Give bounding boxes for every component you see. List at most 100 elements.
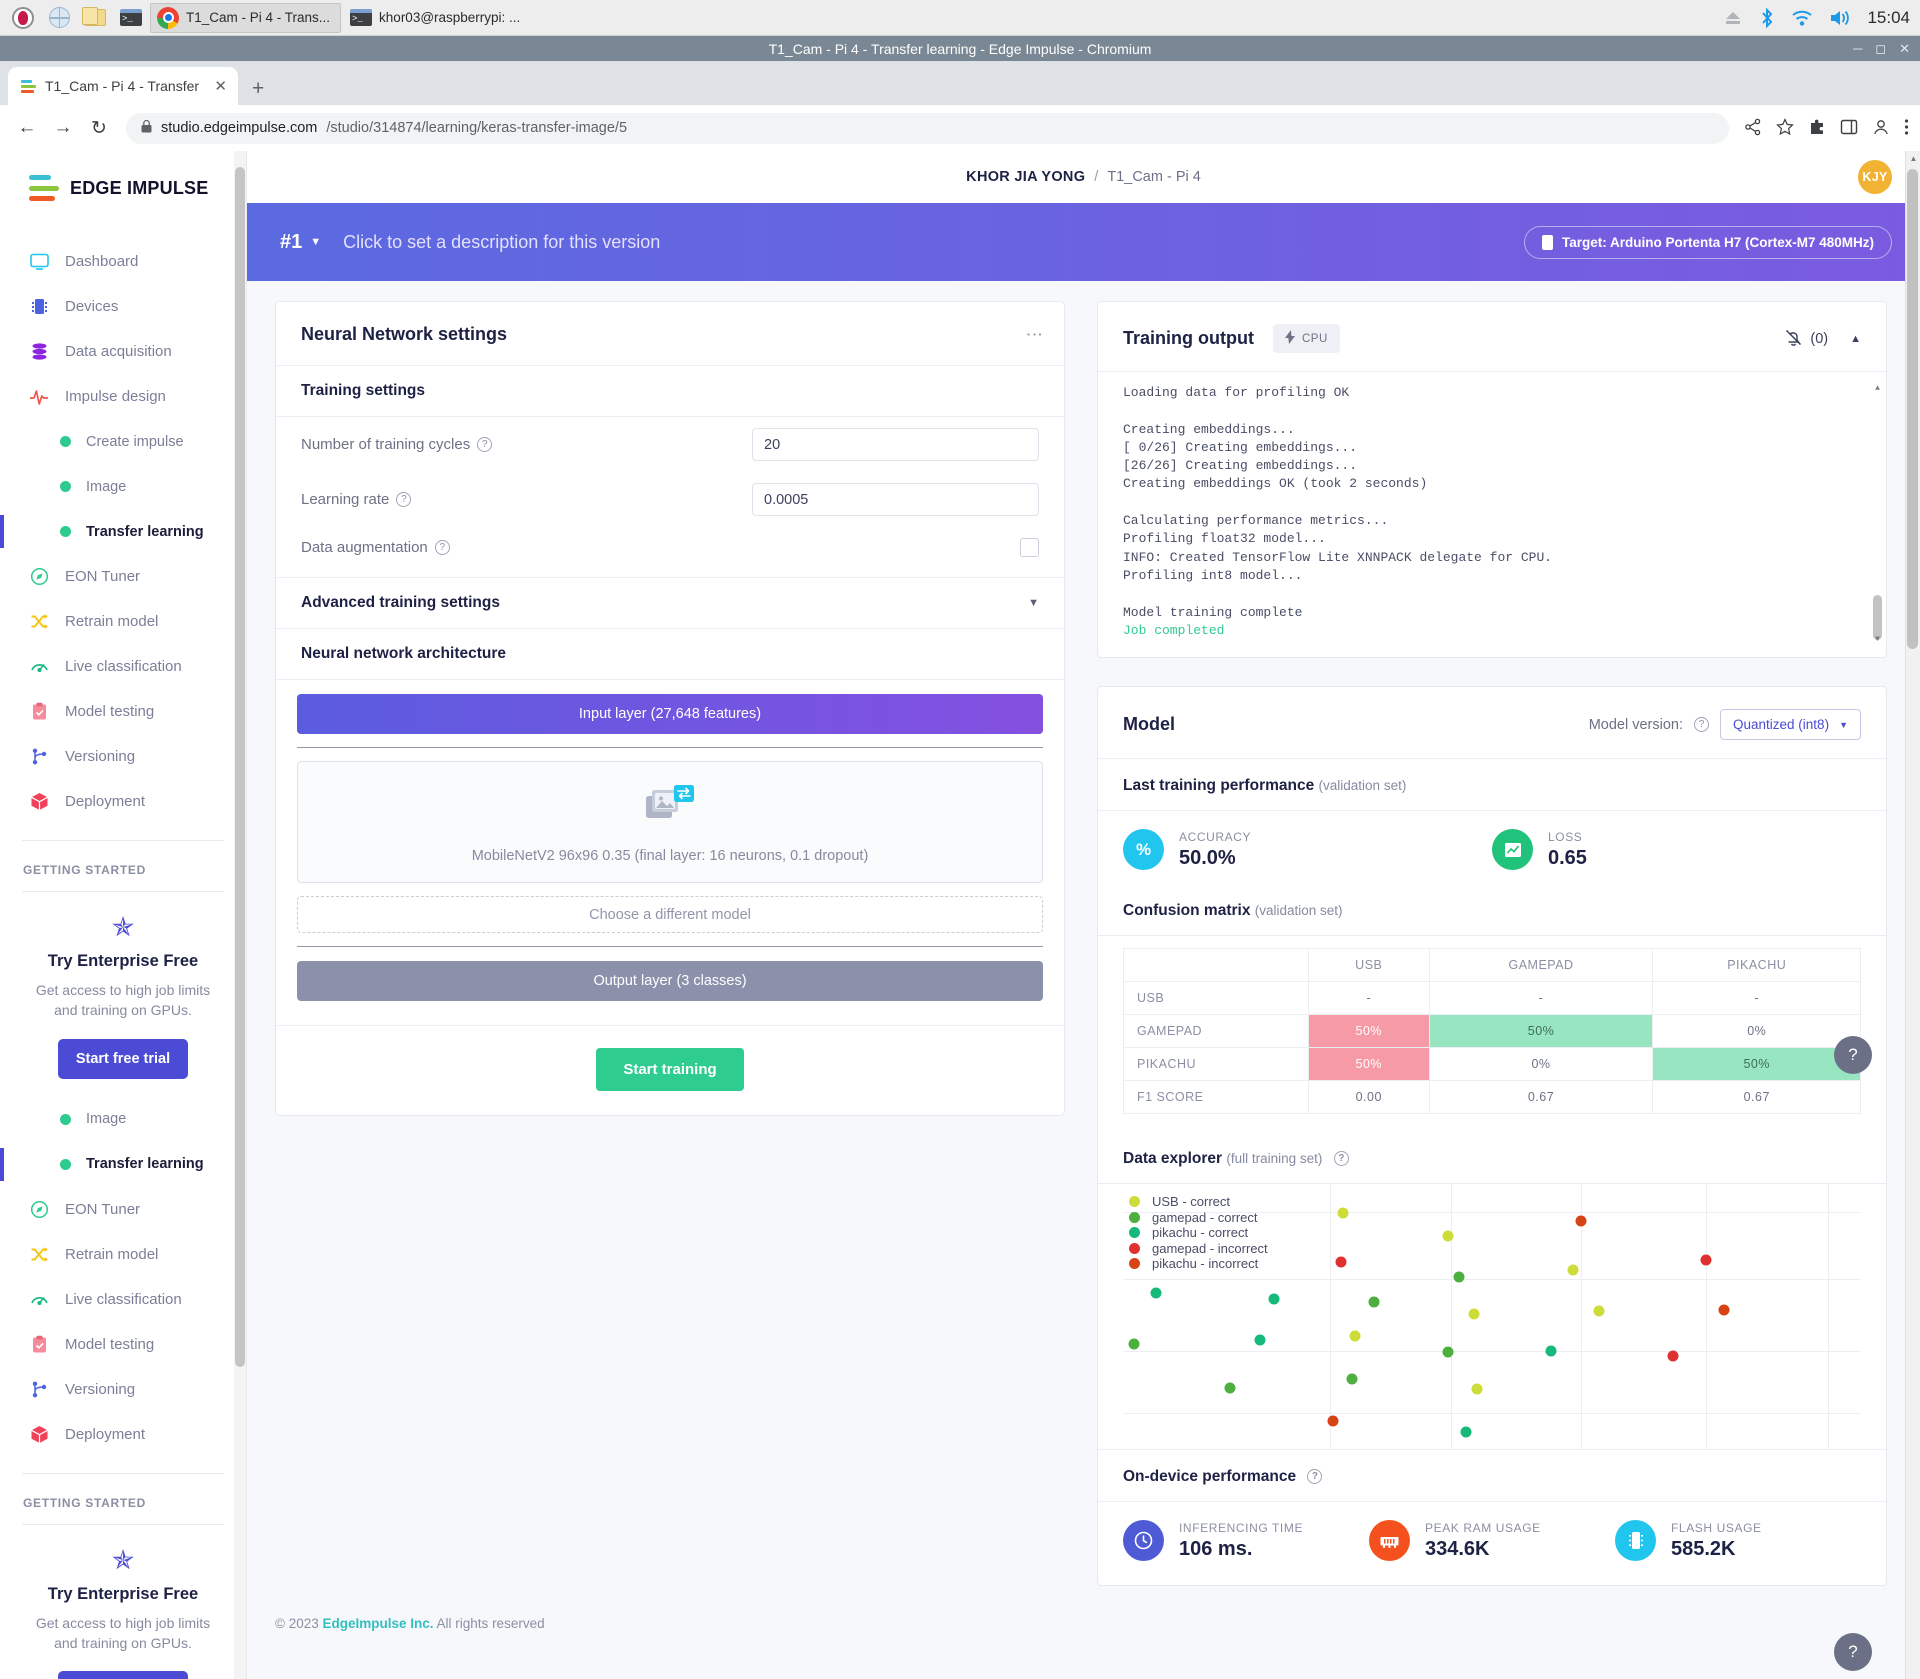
taskbar-window-terminal[interactable]: >_ khor03@raspberrypi: ... bbox=[343, 3, 531, 33]
forward-icon[interactable]: → bbox=[47, 112, 79, 144]
help-icon[interactable]: ? bbox=[1694, 717, 1710, 732]
chrome-menu-icon[interactable] bbox=[1904, 118, 1909, 139]
legend-item[interactable]: gamepad - incorrect bbox=[1129, 1241, 1268, 1257]
scatter-point[interactable] bbox=[1442, 1230, 1454, 1242]
sidebar-item-deployment[interactable]: Deployment bbox=[22, 779, 224, 824]
model-version-select[interactable]: Quantized (int8) ▼ bbox=[1720, 709, 1861, 740]
more-options-icon[interactable]: ⋮ bbox=[1025, 326, 1044, 344]
sidebar-item-eon-tuner-2[interactable]: EON Tuner bbox=[22, 1187, 224, 1232]
legend-item[interactable]: pikachu - correct bbox=[1129, 1225, 1268, 1241]
sidebar-item-retrain-model[interactable]: Retrain model bbox=[22, 599, 224, 644]
legend-item[interactable]: pikachu - incorrect bbox=[1129, 1256, 1268, 1272]
version-description[interactable]: Click to set a description for this vers… bbox=[343, 232, 660, 253]
help-icon[interactable]: ? bbox=[477, 437, 493, 452]
sidebar-item-live-classification[interactable]: Live classification bbox=[22, 644, 224, 689]
scatter-point[interactable] bbox=[1545, 1345, 1557, 1357]
scatter-point[interactable] bbox=[1335, 1256, 1347, 1268]
scatter-point[interactable] bbox=[1718, 1304, 1730, 1316]
sidebar-item-create-impulse[interactable]: Create impulse bbox=[22, 419, 224, 464]
bookmark-star-icon[interactable] bbox=[1776, 117, 1794, 139]
help-icon[interactable]: ? bbox=[434, 540, 450, 555]
wifi-icon[interactable] bbox=[1791, 9, 1813, 27]
start-free-trial-button[interactable]: Start free trial bbox=[57, 1038, 189, 1079]
notifications-muted-toggle[interactable]: (0) bbox=[1784, 328, 1828, 350]
sidebar-item-eon-tuner[interactable]: EON Tuner bbox=[22, 554, 224, 599]
terminal-icon[interactable]: >_ bbox=[114, 3, 148, 33]
sidebar-item-live-classification-2[interactable]: Live classification bbox=[22, 1277, 224, 1322]
target-device-badge[interactable]: Target: Arduino Portenta H7 (Cortex-M7 4… bbox=[1523, 225, 1892, 259]
scatter-point[interactable] bbox=[1468, 1308, 1480, 1320]
help-icon[interactable]: ? bbox=[1333, 1151, 1349, 1167]
raspberry-pi-menu-icon[interactable] bbox=[6, 3, 40, 33]
scatter-point[interactable] bbox=[1368, 1296, 1380, 1308]
close-icon[interactable]: ✕ bbox=[1899, 41, 1910, 57]
legend-item[interactable]: gamepad - correct bbox=[1129, 1210, 1268, 1226]
output-layer-block[interactable]: Output layer (3 classes) bbox=[297, 961, 1043, 1001]
help-icon[interactable]: ? bbox=[1307, 1469, 1323, 1485]
minimize-icon[interactable]: ─ bbox=[1853, 41, 1862, 56]
new-tab-button[interactable]: + bbox=[238, 77, 278, 105]
sidebar-item-deployment-2[interactable]: Deployment bbox=[22, 1412, 224, 1457]
scatter-point[interactable] bbox=[1327, 1415, 1339, 1427]
scatter-point[interactable] bbox=[1224, 1382, 1236, 1394]
help-icon[interactable]: ? bbox=[396, 492, 412, 507]
scatter-point[interactable] bbox=[1268, 1293, 1280, 1305]
volume-icon[interactable] bbox=[1829, 9, 1851, 27]
chevron-down-icon[interactable]: ▼ bbox=[310, 236, 321, 248]
help-fab-top[interactable]: ? bbox=[1834, 1036, 1872, 1074]
file-manager-icon[interactable] bbox=[78, 3, 112, 33]
sidebar-item-versioning[interactable]: Versioning bbox=[22, 734, 224, 779]
web-browser-icon[interactable] bbox=[42, 3, 76, 33]
sidebar-item-impulse-design[interactable]: Impulse design bbox=[22, 374, 224, 419]
help-fab-bottom[interactable]: ? bbox=[1834, 1633, 1872, 1671]
sidebar-item-devices[interactable]: Devices bbox=[22, 284, 224, 329]
brand-logo[interactable]: EDGE IMPULSE bbox=[22, 151, 224, 239]
scatter-point[interactable] bbox=[1254, 1334, 1266, 1346]
sidebar-item-model-testing-2[interactable]: Model testing bbox=[22, 1322, 224, 1367]
start-training-button[interactable]: Start training bbox=[596, 1048, 744, 1091]
sidebar-item-model-testing[interactable]: Model testing bbox=[22, 689, 224, 734]
breadcrumb-project[interactable]: T1_Cam - Pi 4 bbox=[1107, 169, 1200, 185]
browser-tab[interactable]: T1_Cam - Pi 4 - Transfer ✕ bbox=[8, 67, 238, 105]
version-number[interactable]: #1 bbox=[280, 231, 302, 254]
scatter-point[interactable] bbox=[1150, 1287, 1162, 1299]
data-explorer-scatter[interactable]: USB - correct gamepad - correct pikachu - … bbox=[1123, 1184, 1861, 1449]
scatter-point[interactable] bbox=[1349, 1330, 1361, 1342]
selected-model-block[interactable]: MobileNetV2 96x96 0.35 (final layer: 16 … bbox=[297, 761, 1043, 883]
data-augmentation-checkbox[interactable] bbox=[1020, 538, 1039, 557]
sidebar-item-transfer-learning-2[interactable]: Transfer learning bbox=[0, 1142, 224, 1187]
sidebar-item-versioning-2[interactable]: Versioning bbox=[22, 1367, 224, 1412]
sidebar-item-image-2[interactable]: Image bbox=[22, 1097, 224, 1142]
close-tab-icon[interactable]: ✕ bbox=[211, 77, 230, 95]
side-panel-icon[interactable] bbox=[1840, 118, 1858, 139]
sidebar-item-retrain-model-2[interactable]: Retrain model bbox=[22, 1232, 224, 1277]
scatter-point[interactable] bbox=[1442, 1346, 1454, 1358]
scatter-point[interactable] bbox=[1346, 1373, 1358, 1385]
maximize-icon[interactable]: ◻ bbox=[1875, 41, 1886, 57]
sidebar-item-image[interactable]: Image bbox=[22, 464, 224, 509]
scatter-point[interactable] bbox=[1128, 1338, 1140, 1350]
sidebar-item-dashboard[interactable]: Dashboard bbox=[22, 239, 224, 284]
collapse-icon[interactable]: ▲ bbox=[1850, 333, 1861, 345]
footer-company[interactable]: EdgeImpulse Inc. bbox=[323, 1616, 434, 1631]
scatter-point[interactable] bbox=[1593, 1305, 1605, 1317]
start-free-trial-button-2[interactable]: Start free trial bbox=[57, 1671, 189, 1679]
scatter-point[interactable] bbox=[1453, 1271, 1465, 1283]
legend-item[interactable]: USB - correct bbox=[1129, 1194, 1268, 1210]
scatter-point[interactable] bbox=[1567, 1264, 1579, 1276]
chevron-down-icon[interactable]: ▼ bbox=[1028, 597, 1039, 609]
log-scrollbar[interactable]: ▲ ▼ bbox=[1873, 380, 1882, 649]
address-bar[interactable]: studio.edgeimpulse.com/studio/314874/lea… bbox=[126, 112, 1729, 144]
choose-different-model-button[interactable]: Choose a different model bbox=[297, 896, 1043, 933]
scatter-point[interactable] bbox=[1460, 1426, 1472, 1438]
page-scrollbar[interactable]: ▲ ▼ bbox=[1905, 151, 1920, 1679]
scatter-point[interactable] bbox=[1667, 1350, 1679, 1362]
learning-rate-input[interactable] bbox=[752, 483, 1039, 516]
taskbar-window-chromium[interactable]: T1_Cam - Pi 4 - Trans... bbox=[150, 2, 342, 33]
scatter-point[interactable] bbox=[1575, 1215, 1587, 1227]
bluetooth-icon[interactable] bbox=[1759, 7, 1775, 29]
scatter-point[interactable] bbox=[1337, 1207, 1349, 1219]
eject-icon[interactable] bbox=[1723, 10, 1743, 26]
share-icon[interactable] bbox=[1744, 118, 1762, 139]
sidebar-item-transfer-learning[interactable]: Transfer learning bbox=[0, 509, 224, 554]
